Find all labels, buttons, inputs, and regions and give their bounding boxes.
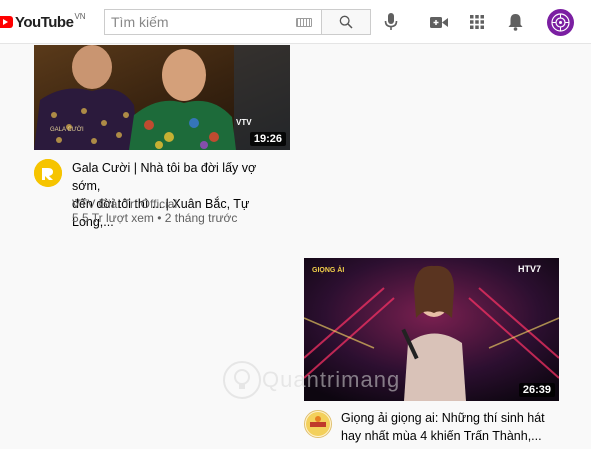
channel-avatar[interactable] [304,410,332,438]
watermark: Quantrimang [222,360,400,400]
lightbulb-icon [223,361,261,399]
create-video-button[interactable] [428,11,450,33]
search-box [104,9,322,35]
search-icon [339,15,353,29]
watermark-text: Quantrimang [262,367,401,392]
video-title[interactable]: Giọng ải giọng ai: Những thí sinh hát ha… [341,409,561,445]
logo-country: VN [74,11,86,21]
voice-search-button[interactable] [380,11,402,33]
channel-logo-icon [34,159,62,187]
video-camera-icon [430,16,448,28]
thumb-show-logo: GIỌNG ẢI [312,265,344,274]
thumb-channel-logo: HTV7 [518,264,541,274]
video-duration: 26:39 [518,383,555,397]
keyboard-icon[interactable] [296,18,312,27]
notifications-button[interactable] [504,11,526,33]
logo-text: YouTube [15,13,74,31]
youtube-play-icon [0,16,13,28]
channel-logo-icon [306,412,330,436]
mic-icon [384,13,398,30]
video-title-line: hay nhất mùa 4 khiến Trấn Thành,... [341,429,542,443]
avatar-emblem-icon [551,13,570,32]
top-bar: YouTube VN [0,0,591,44]
video-thumbnail[interactable]: GALA CƯỜI VTV 19:26 [34,45,290,150]
thumb-channel-logo: VTV [236,118,252,127]
apps-grid-icon [470,15,484,29]
apps-button[interactable] [466,11,488,33]
thumb-caption: GALA CƯỜI [50,126,84,133]
bell-icon [508,14,522,31]
video-stats: 5,5 Tr lượt xem • 2 tháng trước [72,211,238,225]
youtube-logo[interactable]: YouTube VN [0,11,86,33]
video-title-line: Giọng ải giọng ai: Những thí sinh hát [341,411,545,425]
avatar[interactable] [547,9,574,36]
search-input[interactable] [105,10,285,34]
channel-avatar[interactable] [34,159,62,187]
video-duration: 19:26 [249,132,286,146]
video-title-line: Gala Cười | Nhà tôi ba đời lấy vợ sớm, [72,161,257,193]
search-button[interactable] [322,9,371,35]
